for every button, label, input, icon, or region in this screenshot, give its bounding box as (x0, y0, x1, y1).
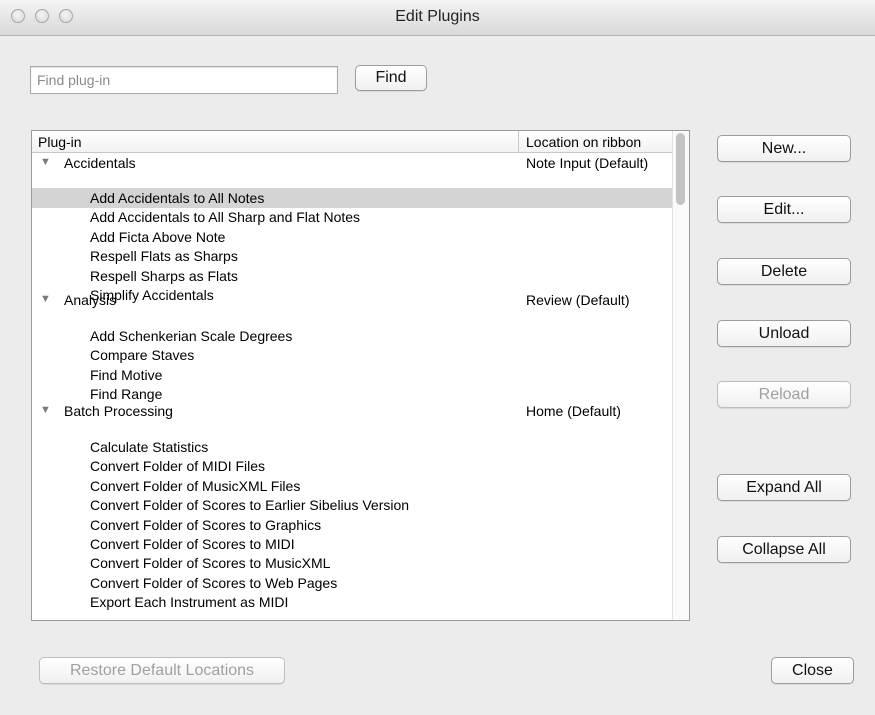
unload-button[interactable]: Unload (717, 320, 851, 347)
reload-button[interactable]: Reload (717, 381, 851, 408)
plugin-name: Convert Folder of Scores to MIDI (90, 536, 295, 552)
ribbon-location: Home (Default) (526, 403, 621, 419)
collapse-all-button[interactable]: Collapse All (717, 536, 851, 563)
plugin-name: Calculate Statistics (90, 439, 209, 455)
ribbon-location: Note Input (Default) (526, 155, 649, 171)
expand-all-button[interactable]: Expand All (717, 474, 851, 501)
plugin-row[interactable]: Add Accidentals to All Sharp and Flat No… (32, 207, 672, 227)
plugin-row[interactable]: Add Schenkerian Scale Degrees (32, 326, 672, 346)
category-row[interactable]: ▼ Analysis Review (Default) (32, 290, 672, 310)
category-name: Batch Processing (64, 403, 173, 419)
category-name: Analysis (64, 292, 117, 308)
plugin-name: Compare Staves (90, 347, 195, 364)
plugin-row[interactable]: Find Motive (32, 365, 672, 385)
plugin-row[interactable]: Convert Folder of Scores to Graphics (32, 515, 672, 535)
new-button[interactable]: New... (717, 135, 851, 162)
plugin-name: Convert Folder of Scores to MusicXML (90, 555, 331, 572)
plugin-name: Convert Folder of MusicXML Files (90, 477, 301, 494)
plugin-name: Add Accidentals to All Notes (90, 190, 265, 206)
plugin-name: Add Schenkerian Scale Degrees (90, 328, 293, 344)
plugin-row[interactable]: Respell Flats as Sharps (32, 246, 672, 266)
disclosure-triangle-icon[interactable]: ▼ (40, 404, 51, 416)
plugin-name: Add Ficta Above Note (90, 228, 226, 245)
restore-default-locations-button[interactable]: Restore Default Locations (39, 657, 285, 684)
table-header: Plug-in Location on ribbon (32, 131, 672, 153)
plugin-row[interactable]: Convert Folder of Scores to Earlier Sibe… (32, 495, 672, 515)
edit-plugins-window: Edit Plugins Find Plug-in Location on ri… (0, 0, 875, 715)
title-bar: Edit Plugins (0, 0, 875, 36)
plugin-row[interactable]: Convert Folder of Scores to Web Pages (32, 573, 672, 593)
scrollbar-thumb[interactable] (676, 133, 685, 205)
delete-button[interactable]: Delete (717, 258, 851, 285)
plugin-row[interactable]: Convert Folder of Scores to MusicXML (32, 553, 672, 573)
plugin-name: Convert Folder of Scores to Graphics (90, 516, 322, 533)
window-title: Edit Plugins (395, 8, 480, 25)
plugin-name: Respell Sharps as Flats (90, 267, 238, 284)
plugin-name: Find Motive (90, 366, 163, 383)
plugin-name: Convert Folder of Scores to Web Pages (90, 574, 338, 591)
find-plugin-input[interactable] (30, 66, 338, 94)
plugins-table: Plug-in Location on ribbon ▼ Accidentals N… (31, 130, 690, 621)
edit-button[interactable]: Edit... (717, 196, 851, 223)
plugin-name: Convert Folder of MIDI Files (90, 458, 266, 475)
plugin-row[interactable]: Calculate Statistics (32, 437, 672, 457)
find-button[interactable]: Find (355, 65, 427, 91)
plugin-name: Respell Flats as Sharps (90, 248, 238, 265)
disclosure-triangle-icon[interactable]: ▼ (40, 156, 51, 168)
plugin-name: Find Range (90, 386, 163, 403)
plugin-row[interactable]: Convert Folder of MIDI Files (32, 456, 672, 476)
disclosure-triangle-icon[interactable]: ▼ (40, 293, 51, 305)
column-divider (518, 131, 519, 153)
plugin-row[interactable]: Compare Staves (32, 345, 672, 365)
column-header-location[interactable]: Location on ribbon (526, 134, 641, 150)
plugin-row[interactable]: Respell Sharps as Flats (32, 266, 672, 286)
plugin-name: Export Each Instrument as MIDI (90, 594, 289, 611)
close-button[interactable]: Close (771, 657, 854, 684)
plugin-name: Convert Folder of Scores to Earlier Sibe… (90, 497, 410, 514)
plugin-row[interactable]: Export Each Instrument as MIDI (32, 592, 672, 612)
category-name: Accidentals (64, 155, 136, 171)
category-row[interactable]: ▼ Batch Processing Home (Default) (32, 401, 672, 421)
category-row[interactable]: ▼ Accidentals Note Input (Default) (32, 153, 672, 173)
plugin-row[interactable]: Convert Folder of MusicXML Files (32, 476, 672, 496)
plugin-name: Add Accidentals to All Sharp and Flat No… (90, 209, 361, 226)
plugin-row[interactable]: Add Accidentals to All Notes (32, 188, 672, 208)
ribbon-location: Review (Default) (526, 292, 630, 308)
plugin-row[interactable]: Convert Folder of Scores to MIDI (32, 534, 672, 554)
column-header-plugin[interactable]: Plug-in (38, 134, 82, 150)
plugin-row[interactable]: Add Ficta Above Note (32, 227, 672, 247)
